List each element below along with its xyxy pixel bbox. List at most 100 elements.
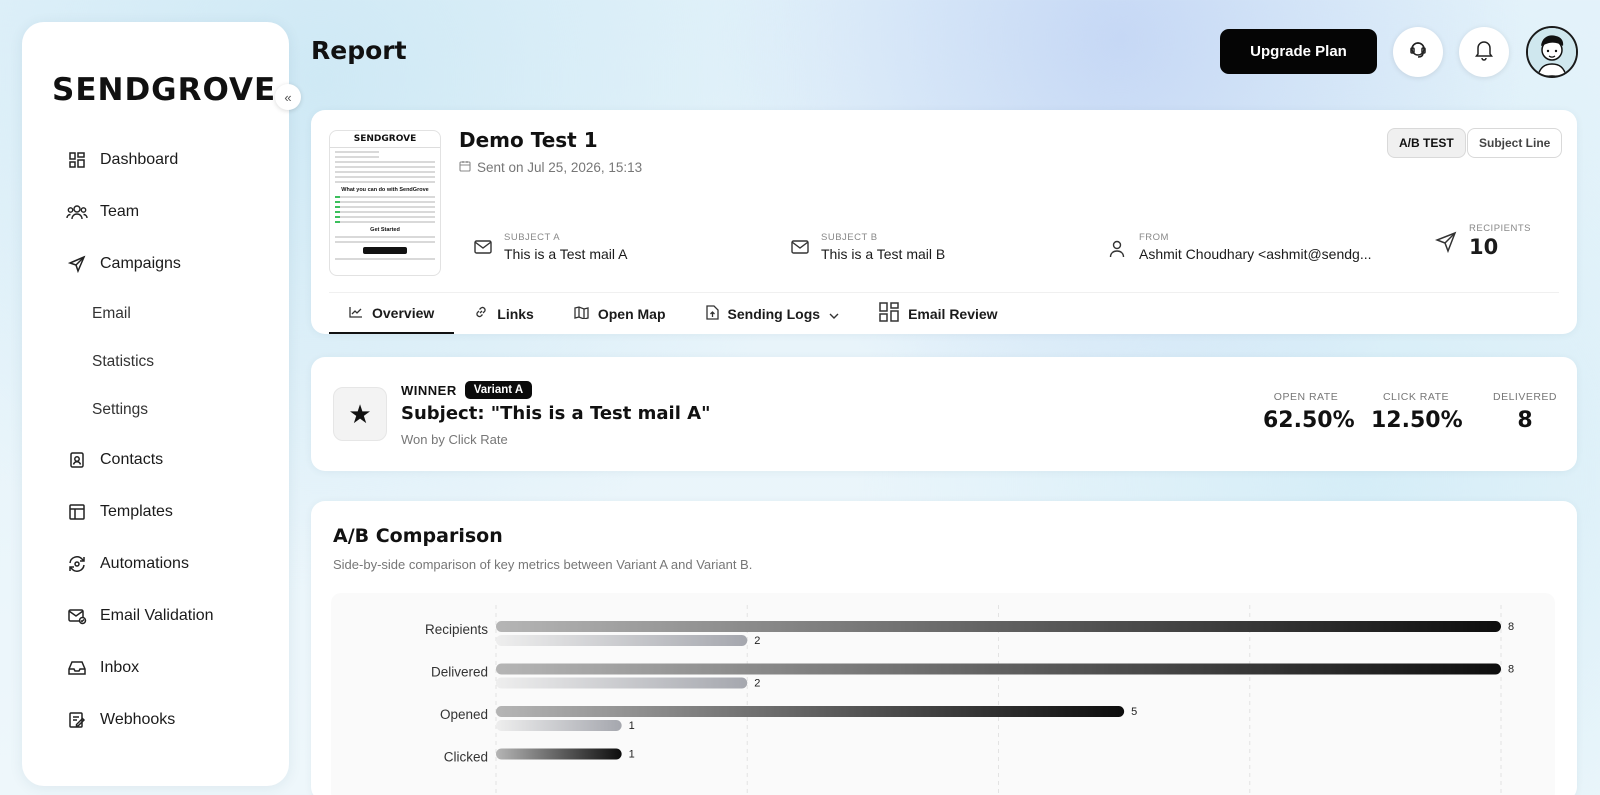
- sidebar-item-team[interactable]: Team: [22, 186, 289, 238]
- bar: [496, 663, 1501, 675]
- click-rate-stat: CLICK RATE 12.50%: [1371, 391, 1463, 433]
- thumbnail-logo: SENDGROVE: [330, 131, 440, 148]
- sidebar-item-label: Dashboard: [100, 151, 179, 168]
- page-title: Report: [311, 36, 407, 65]
- campaign-title: Demo Test 1: [459, 128, 598, 152]
- team-icon: [66, 201, 88, 223]
- app-logo: SENDGROVE: [52, 72, 277, 108]
- subject-a-value: This is a Test mail A: [504, 246, 628, 262]
- bar-value-label: 8: [1508, 664, 1514, 676]
- sidebar-item-label: Automations: [100, 555, 189, 572]
- sidebar-item-webhooks[interactable]: Webhooks: [22, 694, 289, 746]
- sidebar-subitem-email[interactable]: Email: [22, 290, 289, 338]
- click-rate-value: 12.50%: [1371, 408, 1463, 433]
- email-preview-thumbnail[interactable]: SENDGROVE What you can do with SendGrove…: [329, 130, 441, 276]
- sidebar-item-dashboard[interactable]: Dashboard: [22, 134, 289, 186]
- sidebar-item-label: Templates: [100, 503, 173, 520]
- bell-icon: [1474, 39, 1494, 66]
- bar: [496, 706, 1125, 717]
- tab-links[interactable]: Links: [454, 293, 554, 334]
- comparison-chart-area: Recipients 8 2 Delivered 8 2 Opened 5 1 Clicked 1: [331, 593, 1555, 795]
- calendar-icon: [459, 160, 471, 175]
- sidebar-item-label: Team: [100, 203, 140, 220]
- tab-email-review[interactable]: Email Review: [859, 293, 1018, 334]
- bar-value-label: 2: [754, 635, 760, 647]
- sidebar-item-contacts[interactable]: Contacts: [22, 434, 289, 486]
- sidebar-nav: Dashboard Team Campaigns Email Statistic…: [22, 134, 289, 746]
- sidebar-item-email-validation[interactable]: Email Validation: [22, 590, 289, 642]
- thumbnail-get-started: Get Started: [370, 227, 400, 233]
- campaign-sent-date: Sent on Jul 25, 2026, 15:13: [459, 160, 642, 175]
- automation-icon: [66, 553, 88, 575]
- mail-icon: [791, 240, 809, 258]
- sidebar-subitem-statistics[interactable]: Statistics: [22, 338, 289, 386]
- mail-icon: [474, 240, 492, 258]
- sidebar-subitem-settings[interactable]: Settings: [22, 386, 289, 434]
- winner-heading: WINNER Variant A: [401, 381, 533, 399]
- avatar-illustration: [1528, 28, 1576, 76]
- from-info: FROM Ashmit Choudhary <ashmit@sendg...: [1109, 232, 1372, 262]
- star-icon: ★: [333, 387, 387, 441]
- winner-reason: Won by Click Rate: [401, 432, 508, 447]
- chevron-down-icon: [829, 306, 839, 322]
- report-tabs: Overview Links Open Map Sending Logs Ema…: [329, 292, 1559, 334]
- notifications-button[interactable]: [1459, 27, 1509, 77]
- tab-overview[interactable]: Overview: [329, 293, 455, 334]
- double-chevron-left-icon: «: [284, 89, 292, 105]
- grid-icon: [879, 302, 899, 325]
- variant-badge: Variant A: [464, 381, 533, 399]
- support-icon: [1407, 39, 1429, 66]
- recipients-info: RECIPIENTS 10: [1434, 223, 1531, 259]
- open-rate-value: 62.50%: [1263, 408, 1355, 433]
- sidebar-item-campaigns[interactable]: Campaigns: [22, 238, 289, 290]
- sidebar-item-label: Contacts: [100, 451, 164, 468]
- chart-line-icon: [349, 305, 363, 321]
- subject-a-info: SUBJECT A This is a Test mail A: [474, 232, 627, 262]
- winner-subject: Subject: "This is a Test mail A": [401, 403, 711, 424]
- send-icon: [66, 253, 88, 275]
- upload-file-icon: [705, 304, 719, 323]
- sidebar-item-label: Email Validation: [100, 607, 214, 624]
- user-icon: [1109, 240, 1127, 258]
- support-button[interactable]: [1393, 27, 1443, 77]
- from-value: Ashmit Choudhary <ashmit@sendg...: [1139, 246, 1372, 262]
- link-icon: [474, 305, 488, 322]
- open-rate-stat: OPEN RATE 62.50%: [1263, 391, 1355, 433]
- inbox-icon: [66, 657, 88, 679]
- tab-open-map[interactable]: Open Map: [554, 293, 686, 334]
- sidebar: SENDGROVE « Dashboard Team Campaigns Ema…: [22, 22, 301, 786]
- sidebar-item-label: Inbox: [100, 659, 140, 676]
- category-label: Delivered: [431, 665, 488, 680]
- ab-test-tag: A/B TEST: [1387, 128, 1466, 158]
- contacts-icon: [66, 449, 88, 471]
- comparison-title: A/B Comparison: [333, 525, 503, 547]
- collapse-sidebar-button[interactable]: «: [275, 84, 301, 110]
- avatar[interactable]: [1526, 26, 1578, 78]
- upgrade-plan-button[interactable]: Upgrade Plan: [1220, 29, 1377, 74]
- templates-icon: [66, 501, 88, 523]
- delivered-stat: DELIVERED 8: [1487, 391, 1563, 433]
- mail-check-icon: [66, 605, 88, 627]
- tab-sending-logs[interactable]: Sending Logs: [686, 293, 860, 334]
- comparison-bar-chart: Recipients 8 2 Delivered 8 2 Opened 5 1 Clicked 1: [425, 605, 1514, 795]
- comparison-subtitle: Side-by-side comparison of key metrics b…: [333, 557, 753, 572]
- thumbnail-heading: What you can do with SendGrove: [341, 187, 429, 193]
- webhook-icon: [66, 709, 88, 731]
- winner-label: WINNER: [401, 382, 457, 398]
- sidebar-item-label: Campaigns: [100, 255, 181, 272]
- bar-value-label: 1: [629, 749, 635, 761]
- map-icon: [574, 305, 589, 322]
- category-label: Clicked: [444, 750, 488, 765]
- bar: [496, 748, 622, 760]
- recipients-value: 10: [1469, 235, 1499, 259]
- sidebar-item-label: Webhooks: [100, 711, 176, 728]
- sidebar-item-inbox[interactable]: Inbox: [22, 642, 289, 694]
- bar-value-label: 8: [1508, 621, 1514, 633]
- winner-card: ★ WINNER Variant A Subject: "This is a T…: [311, 357, 1577, 471]
- sidebar-item-automations[interactable]: Automations: [22, 538, 289, 590]
- bar-value-label: 1: [629, 720, 635, 732]
- bar: [496, 677, 748, 689]
- bar-value-label: 2: [754, 678, 760, 690]
- subject-b-value: This is a Test mail B: [821, 246, 946, 262]
- sidebar-item-templates[interactable]: Templates: [22, 486, 289, 538]
